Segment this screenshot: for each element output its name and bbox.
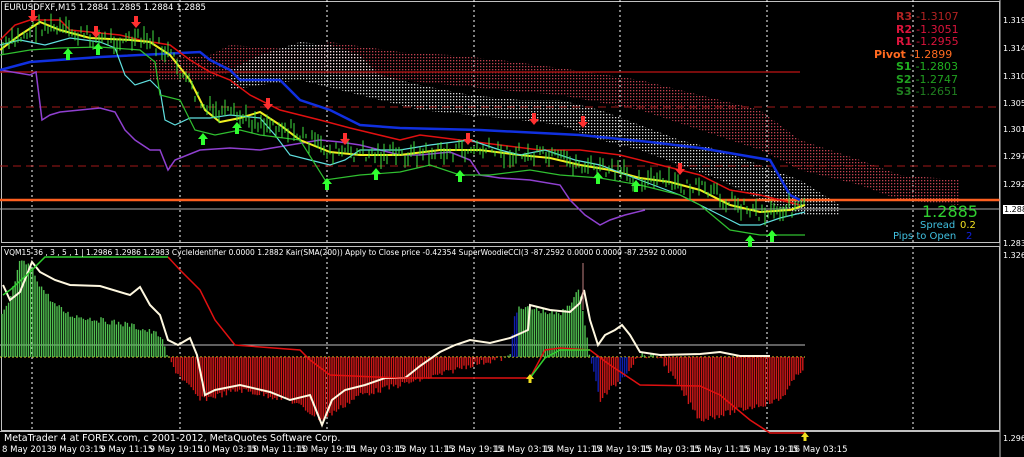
copyright-text: MetaTrader 4 at FOREX.com, c 2001-2012, … [4, 433, 341, 444]
vqm-histogram [1, 260, 804, 422]
sub-axis-top: 1.3265 [1003, 251, 1024, 260]
price-axis-label: 1.3145 [1003, 44, 1024, 53]
pivot-value: -1.3051 [916, 22, 959, 36]
pivot-value: -1.3107 [916, 10, 959, 23]
price-axis-label: 1.2925 [1003, 180, 1024, 189]
pivot-label: S1 [896, 60, 912, 73]
pivot-level-pivot: Pivot -1.2899 [874, 48, 952, 61]
pivot-level-r1: R1 -1.2955 [896, 35, 959, 48]
price-axis-label: 1.2835 [1003, 239, 1024, 248]
pivot-value: -1.2747 [915, 72, 959, 86]
price-axis-label: 1.3190 [1003, 16, 1024, 25]
time-axis-label: 9 May 19:15 [149, 445, 203, 455]
time-axis-label: 16 May 03:15 [789, 445, 848, 455]
pivot-value: -1.2955 [916, 35, 959, 48]
price-axis-label: 1.3015 [1003, 125, 1024, 134]
pivot-value: -1.2651 [915, 85, 959, 98]
price-axis-label: 1.2970 [1003, 152, 1024, 161]
pivot-label: R1 [896, 35, 913, 48]
chart-canvas[interactable] [0, 0, 1024, 457]
bid-price-label: 1.2885 [922, 202, 978, 221]
time-axis-label: 9 May 03:15 [51, 445, 105, 455]
price-axis-label: 1.3055 [1003, 99, 1024, 108]
subwindow-indicator-info: VQM15 36 , 3 , 5 , 1 | 1.2986 1.2986 1.2… [4, 248, 687, 257]
pivot-level-r3: R3 -1.3107 [896, 10, 959, 23]
pivot-label: S3 [896, 85, 912, 98]
pivot-level-s1: S1 -1.2803 [896, 60, 958, 73]
time-axis-label: 8 May 2013 [2, 445, 53, 455]
pivot-level-s3: S3 -1.2651 [896, 85, 958, 98]
pivot-level-r2: R2 -1.3051 [896, 23, 959, 36]
pips-to-open-value: 2 [966, 231, 973, 242]
spread-label: Spread [920, 220, 956, 231]
price-axis-label: 1.2885 [1003, 205, 1024, 214]
pivot-label: R3 [896, 10, 913, 23]
pivot-value: -1.2803 [915, 60, 959, 73]
pivot-label: S2 [896, 72, 912, 86]
price-axis-label: 1.3100 [1003, 72, 1024, 81]
sub-axis-bottom: 1.2969 [1003, 434, 1024, 443]
chart-title: EURUSDFXF,M15 1.2884 1.2885 1.2884 1.288… [4, 3, 206, 13]
pivot-label: R2 [896, 22, 913, 36]
spread-value: 0.2 [960, 220, 976, 231]
pivot-value: -1.2899 [909, 47, 953, 61]
pivot-label: Pivot [874, 47, 906, 61]
pivot-level-s2: S2 -1.2747 [896, 73, 958, 86]
pips-to-open-label: Pips to Open [893, 231, 957, 242]
time-axis-label: 9 May 11:15 [100, 445, 154, 455]
metatrader-chart-window[interactable]: EURUSDFXF,M15 1.2884 1.2885 1.2884 1.288… [0, 0, 1024, 457]
